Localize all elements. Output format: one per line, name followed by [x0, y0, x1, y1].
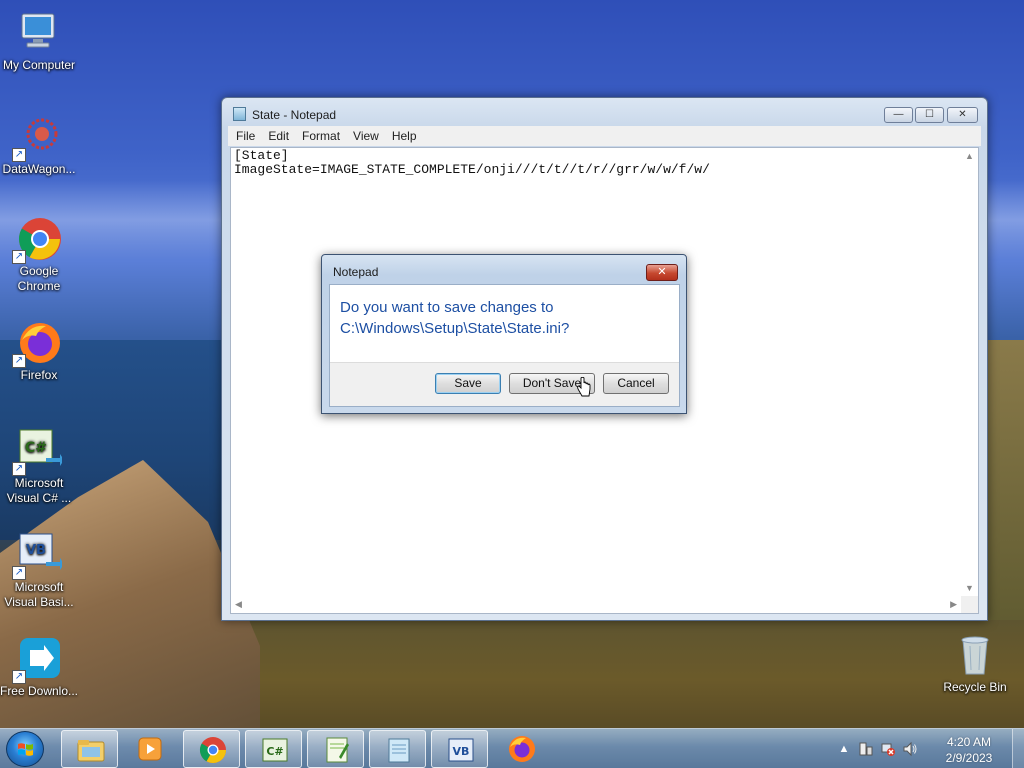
desktop-icon-free-download[interactable]: ↗ Free Downlo...	[0, 636, 79, 699]
volume-icon[interactable]	[902, 741, 918, 757]
taskbar-chrome[interactable]	[183, 730, 240, 768]
desktop-icon-label: Recycle Bin	[943, 680, 1007, 694]
visual-basic-icon: VB ↗	[12, 532, 64, 580]
window-title: State - Notepad	[252, 108, 337, 122]
shortcut-arrow-icon: ↗	[12, 148, 26, 162]
svg-text:VB: VB	[453, 745, 470, 758]
taskbar: C# VB ▲ 4:20 AM 2/9/2023	[0, 728, 1024, 768]
cancel-button[interactable]: Cancel	[603, 373, 669, 394]
shortcut-arrow-icon: ↗	[12, 462, 26, 476]
recycle-bin-icon	[952, 632, 998, 678]
taskbar-notepad[interactable]	[369, 730, 426, 768]
datawagon-icon: ↗	[12, 114, 62, 162]
editor-line-1: [State]	[234, 148, 289, 163]
system-tray: ▲ 4:20 AM 2/9/2023	[834, 729, 1024, 768]
start-button[interactable]	[6, 731, 44, 767]
editor-content[interactable]: [State] ImageState=IMAGE_STATE_COMPLETE/o…	[234, 149, 710, 176]
desktop-icon-label: Microsoft Visual C# ...	[6, 476, 72, 505]
shortcut-arrow-icon: ↗	[12, 354, 26, 368]
desktop-icon-visual-basic[interactable]: VB ↗ Microsoft Visual Basi...	[0, 532, 79, 610]
taskbar-media-player[interactable]	[121, 730, 178, 768]
desktop-icon-datawagon[interactable]: ↗ DataWagon...	[0, 114, 79, 177]
menu-help[interactable]: Help	[392, 129, 417, 143]
action-center-icon[interactable]	[858, 741, 874, 757]
desktop-icon-visual-csharp[interactable]: C# ↗ Microsoft Visual C# ...	[0, 428, 79, 506]
dialog-message: Do you want to save changes to C:\Window…	[340, 299, 570, 337]
notepad-icon	[233, 107, 246, 121]
svg-text:C#: C#	[266, 745, 283, 758]
shortcut-arrow-icon: ↗	[12, 250, 26, 264]
taskbar-notepadpp[interactable]	[307, 730, 364, 768]
desktop-icon-label: Firefox	[20, 368, 58, 382]
close-button[interactable]: ✕	[947, 107, 978, 123]
desktop-icon-recycle-bin[interactable]: Recycle Bin	[935, 632, 1015, 695]
scroll-left-icon[interactable]: ◀	[235, 599, 242, 610]
desktop-icon-label: Google Chrome	[17, 264, 61, 293]
notepad-titlebar[interactable]: State - Notepad — ☐ ✕	[222, 98, 987, 124]
firefox-icon	[509, 736, 535, 762]
chrome-icon: ↗	[12, 216, 62, 264]
media-player-icon	[138, 737, 162, 761]
horizontal-scrollbar[interactable]: ◀ ▶	[231, 596, 961, 613]
scroll-up-icon[interactable]: ▲	[965, 151, 974, 161]
clock-time: 4:20 AM	[946, 735, 992, 749]
save-changes-dialog[interactable]: Notepad ✕ Do you want to save changes to…	[321, 254, 687, 414]
menu-file[interactable]: File	[236, 129, 255, 143]
menu-bar: File Edit Format View Help	[228, 126, 981, 146]
scroll-right-icon[interactable]: ▶	[950, 599, 957, 610]
visual-csharp-icon: C#	[262, 738, 288, 762]
chrome-icon	[199, 737, 227, 764]
notepadpp-icon	[326, 737, 349, 763]
taskbar-visual-basic[interactable]: VB	[431, 730, 488, 768]
taskbar-explorer[interactable]	[61, 730, 118, 768]
menu-format[interactable]: Format	[302, 129, 340, 143]
vertical-scrollbar[interactable]: ▲ ▼	[961, 148, 978, 596]
desktop-icon-label: DataWagon...	[2, 162, 76, 176]
show-desktop-button[interactable]	[1012, 729, 1024, 768]
dialog-close-button[interactable]: ✕	[646, 264, 678, 281]
desktop-icon-firefox[interactable]: ↗ Firefox	[0, 320, 79, 383]
svg-text:VB: VB	[26, 543, 46, 558]
desktop-icon-my-computer[interactable]: My Computer	[0, 10, 79, 73]
taskbar-firefox[interactable]	[493, 730, 550, 768]
desktop-icon-label: Free Downlo...	[0, 684, 79, 698]
size-grip[interactable]	[961, 596, 978, 613]
maximize-button[interactable]: ☐	[915, 107, 944, 123]
taskbar-visual-csharp[interactable]: C#	[245, 730, 302, 768]
download-manager-icon: ↗	[12, 636, 62, 684]
shortcut-arrow-icon: ↗	[12, 670, 26, 684]
minimize-button[interactable]: —	[884, 107, 913, 123]
desktop-icon-label: Microsoft Visual Basi...	[4, 580, 74, 609]
desktop-icon-label: My Computer	[2, 58, 76, 72]
network-disconnected-icon[interactable]	[880, 741, 896, 757]
clock[interactable]: 4:20 AM 2/9/2023	[934, 734, 1004, 766]
dialog-body: Do you want to save changes to C:\Window…	[329, 284, 680, 407]
folder-icon	[77, 740, 105, 762]
scroll-down-icon[interactable]: ▼	[965, 583, 974, 593]
notepad-icon	[388, 738, 410, 763]
desktop-icon-chrome[interactable]: ↗ Google Chrome	[0, 216, 79, 294]
show-hidden-icons-arrow[interactable]: ▲	[836, 741, 852, 757]
computer-icon	[16, 10, 62, 56]
dialog-title: Notepad	[333, 265, 379, 279]
shortcut-arrow-icon: ↗	[12, 566, 26, 580]
editor-line-2: ImageState=IMAGE_STATE_COMPLETE/onji///t…	[234, 161, 710, 177]
save-button[interactable]: Save	[435, 373, 501, 394]
visual-basic-icon: VB	[448, 738, 474, 762]
visual-csharp-icon: C# ↗	[12, 428, 64, 476]
firefox-icon: ↗	[12, 320, 62, 368]
dialog-button-row: Save Don't Save Cancel	[330, 362, 679, 406]
mouse-pointer-icon	[577, 377, 591, 397]
windows-logo-icon	[18, 743, 33, 756]
menu-view[interactable]: View	[353, 129, 379, 143]
svg-text:C#: C#	[25, 440, 47, 456]
menu-edit[interactable]: Edit	[268, 129, 289, 143]
clock-date: 2/9/2023	[945, 751, 993, 765]
